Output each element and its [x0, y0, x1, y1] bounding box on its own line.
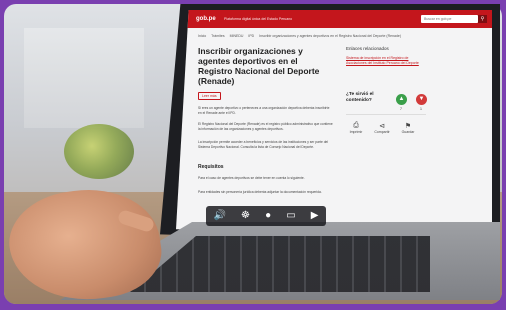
breadcrumb-item[interactable]: IPD	[248, 34, 254, 38]
save-button[interactable]: ⚑ Guardar	[396, 122, 420, 134]
vote-down-count: 1	[420, 107, 422, 111]
share-label: Compartir	[374, 130, 390, 134]
share-button[interactable]: ⊲ Compartir	[370, 122, 394, 134]
search-input[interactable]: Buscar en gob.pe	[421, 15, 478, 23]
print-label: Imprimir	[349, 130, 363, 134]
site-header: gob.pe Plataforma digital única del Esta…	[176, 10, 492, 28]
intro-paragraph: La inscripción permite acceder a benefic…	[198, 140, 329, 149]
page-title: Inscribir organizaciones y agentes depor…	[198, 46, 320, 86]
feedback-question: ¿Te sirvió el contenido?	[346, 92, 374, 103]
site-logo[interactable]: gob.pe	[196, 16, 216, 22]
requirements-heading: Requisitos	[198, 164, 224, 170]
printer-icon: ⎙	[353, 122, 359, 129]
audio-icon[interactable]: 🔊	[214, 206, 226, 226]
search-icon[interactable]: ⚲	[478, 15, 487, 23]
read-more-button[interactable]: Leer más	[198, 92, 221, 100]
save-label: Guardar	[401, 130, 415, 134]
related-links-title: Enlaces relacionados	[346, 46, 389, 51]
share-icon: ⊲	[379, 123, 385, 130]
breadcrumb: Inicio Trámites MINEDU IPD Inscribir org…	[198, 34, 405, 38]
thumbs-down-icon[interactable]: ▼	[416, 94, 427, 105]
accessibility-toolbar: 🔊 ☸ ● ▭ ▶	[206, 206, 326, 226]
screen-icon[interactable]: ▭	[286, 206, 295, 226]
requirements-paragraph: Para entidades sin personería jurídica d…	[198, 190, 322, 194]
video-icon[interactable]: ▶	[311, 206, 319, 226]
requirements-paragraph: Para el caso de agentes deportivos se de…	[198, 176, 305, 180]
bookmark-icon: ⚑	[404, 123, 412, 130]
related-link[interactable]: Sistema de inscripción en el Registro de…	[346, 56, 422, 65]
breadcrumb-current: Inscribir organizaciones y agentes depor…	[259, 34, 402, 38]
background-plant	[64, 124, 134, 179]
hearing-icon[interactable]: ☸	[241, 206, 250, 226]
background-shelf	[24, 28, 144, 128]
intro-paragraph: El Registro Nacional del Deporte (Renade…	[198, 122, 333, 131]
print-button[interactable]: ⎙ Imprimir	[344, 122, 368, 134]
laptop-screen: gob.pe Plataforma digital única del Esta…	[176, 10, 492, 236]
user-icon[interactable]: ●	[265, 206, 271, 226]
breadcrumb-item[interactable]: Trámites	[211, 34, 224, 38]
intro-paragraph: Si eres un agente deportivo o perteneces…	[198, 106, 330, 115]
thumbs-up-icon[interactable]: ▲	[396, 94, 407, 105]
header-tagline: Plataforma digital única del Estado Peru…	[224, 17, 293, 21]
breadcrumb-item[interactable]: Inicio	[198, 34, 206, 38]
breadcrumb-item[interactable]: MINEDU	[230, 34, 244, 38]
vote-up-count: 7	[400, 107, 402, 111]
sidebar-divider	[346, 114, 426, 115]
